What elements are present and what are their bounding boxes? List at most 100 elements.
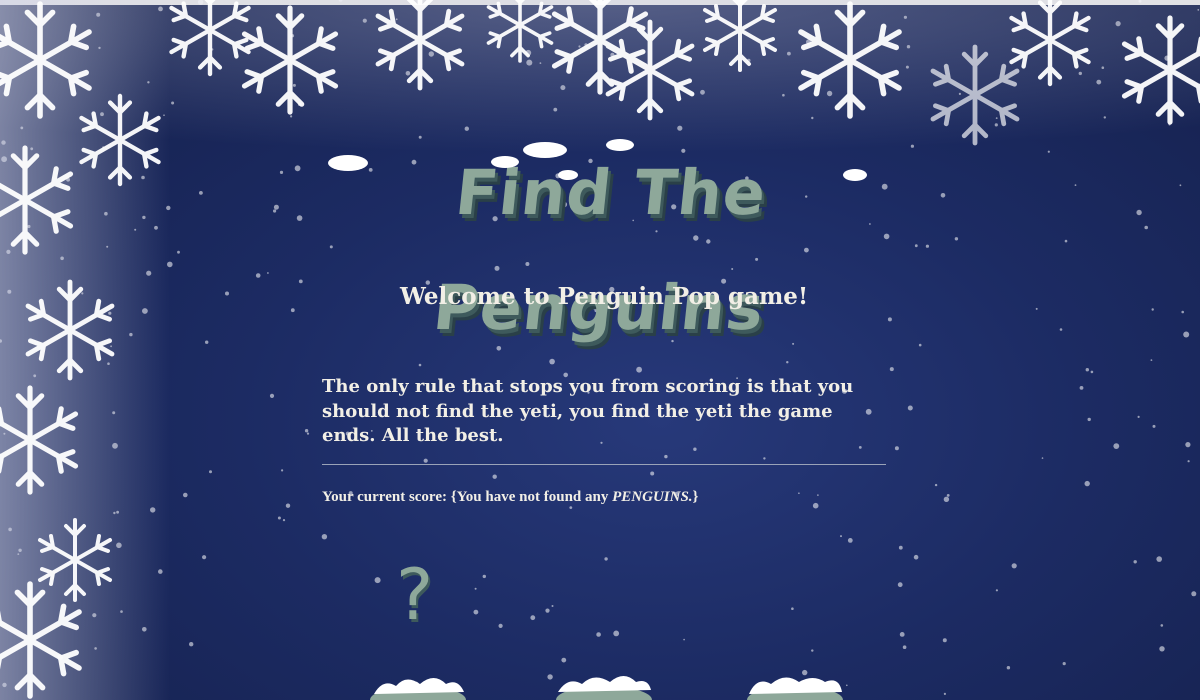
snow-speck [167,261,173,268]
snow-speck [1168,123,1171,126]
snow-speck [129,332,133,337]
snow-speck [1062,662,1066,666]
snow-speck [464,126,469,131]
snow-speck [134,228,137,231]
snow-speck [290,308,295,313]
snow-speck [279,170,284,174]
snow-speck [1181,310,1184,314]
snow-speck [106,245,109,248]
snow-speck [267,272,269,274]
snow-speck [171,101,175,105]
snow-speck [1183,331,1190,338]
snow-speck [321,534,328,540]
snow-speck [269,393,275,398]
snow-speck [913,554,919,560]
snow-speck [189,642,194,647]
snow-speck [1187,460,1190,463]
snow-speck [423,458,428,463]
snow-speck [906,45,911,49]
snow-speck [158,569,163,574]
snow-speck [1160,624,1164,627]
snow-speck [826,90,833,97]
snow-speck [871,70,876,75]
snow-speck [530,615,536,621]
snow-speck [940,193,946,198]
snow-speck [914,244,918,248]
snow-speck [954,237,959,241]
snow-speck [840,535,842,538]
snow-speck [1096,79,1102,85]
snow-speck [362,18,367,23]
snow-speck [569,506,573,509]
snow-speck [1159,646,1165,652]
snow-speck [1138,0,1142,3]
snow-mound-icon[interactable] [368,668,468,700]
snow-speck [894,446,899,451]
snow-speck [116,542,122,549]
snow-speck [482,574,486,579]
snow-speck [154,225,158,230]
snow-speck [942,638,947,643]
snow-mound-icon[interactable] [554,668,654,700]
snow-mound-icon[interactable] [745,668,845,700]
snow-speck [584,43,588,47]
snow-speck [1041,457,1044,459]
snow-speck [902,645,907,649]
snow-speck [1084,480,1090,487]
snow-speck [994,123,998,127]
score-prefix: Your current score: {You have not found … [322,489,613,505]
snow-speck [102,146,105,149]
snow-speck [395,18,398,21]
snow-speck [33,374,37,378]
snow-speck [1164,55,1170,61]
snow-speck [1047,150,1050,153]
snow-speck [405,71,411,76]
snow-speck [636,366,642,373]
snow-speck [763,457,766,460]
snow-speck [92,613,97,618]
snow-speck [142,627,147,632]
snow-speck [910,144,915,148]
snow-speck [610,52,615,58]
snow-speck [199,191,203,195]
snow-speck [1151,308,1154,311]
snow-speck [141,175,145,180]
snow-speck [943,692,947,696]
snow-speck [1113,443,1120,449]
snow-speck [905,65,909,69]
snow-speck [225,291,229,296]
snow-speck [150,507,156,513]
snow-speck [1185,442,1191,448]
snow-speck [100,112,104,117]
snow-speck [285,503,291,508]
snow-speck [897,582,903,588]
score-emphasis: PENGUINS. [612,489,693,505]
snow-speck [290,115,293,118]
snow-speck [142,308,148,314]
snow-speck [846,684,848,687]
snow-speck [1133,560,1137,564]
snow-speck [1,156,7,163]
snow-speck [7,289,12,294]
snow-speck [27,224,31,229]
snow-speck [108,311,112,315]
snow-speck [1137,415,1140,418]
snow-speck [1085,368,1090,372]
divider [322,464,886,465]
snow-speck [112,442,118,449]
snow-speck [1156,556,1162,562]
snow-speck [561,657,567,663]
snow-speck [3,432,6,435]
snow-speck [525,49,532,56]
snow-speck [296,215,303,221]
snow-speck [847,538,853,543]
hidden-tile[interactable]: ? [388,548,448,643]
snow-speck [547,674,553,680]
snow-speck [107,362,110,366]
snow-speck [96,12,101,17]
snow-speck [292,83,296,87]
snow-speck [94,647,97,650]
snow-speck [66,177,70,182]
snow-speck [498,623,503,629]
snow-speck [811,116,814,120]
